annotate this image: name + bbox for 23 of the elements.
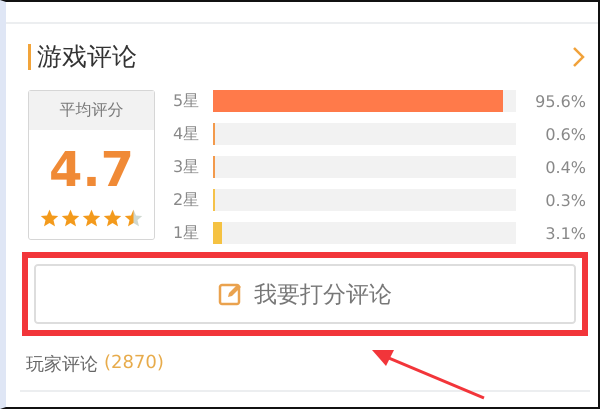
star-icon [60, 208, 81, 228]
star-level-label: 4星 [173, 124, 200, 144]
review-count: (2870) [104, 352, 164, 375]
star-icon [102, 208, 123, 228]
star-icon [81, 208, 102, 228]
star-icon [123, 208, 144, 228]
rating-percent: 0.4% [544, 158, 587, 176]
rating-percent: 3.1% [544, 224, 587, 242]
rating-percent: 0.6% [544, 124, 587, 144]
star-icon [39, 208, 60, 228]
star-level-label: 2星 [173, 190, 200, 210]
player-reviews-label: 玩家评论 [26, 353, 98, 376]
rate-review-button[interactable]: 我要打分评论 [34, 264, 576, 324]
star-level-label: 3星 [173, 156, 200, 178]
star-level-label: 5星 [173, 90, 200, 112]
chevron-right-icon[interactable] [572, 46, 586, 68]
average-score: 4.7 [48, 142, 134, 198]
average-rating-label: 平均评分 [29, 91, 154, 130]
section-title: 游戏评论 [28, 44, 137, 70]
rating-percent: 0.3% [544, 190, 587, 210]
star-level-label: 1星 [173, 222, 200, 244]
edit-icon [218, 281, 244, 307]
rating-percent: 95.6% [534, 92, 587, 110]
